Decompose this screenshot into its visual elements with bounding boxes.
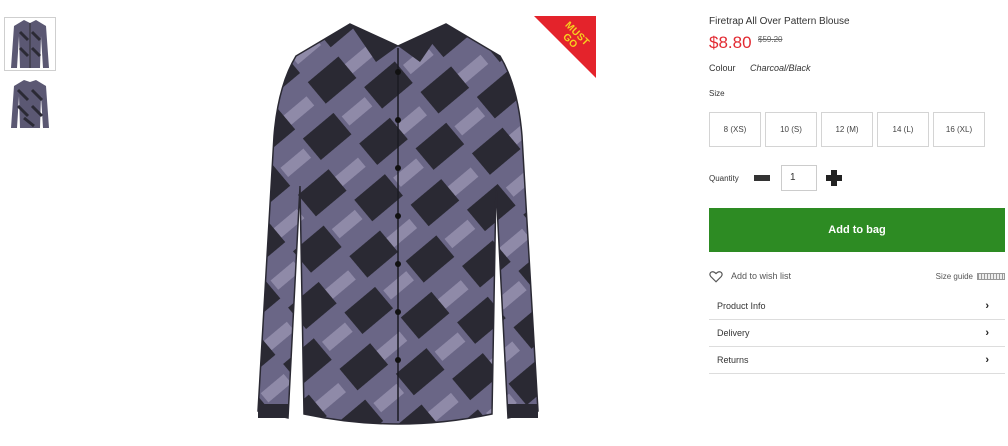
add-to-bag-button[interactable]: Add to bag bbox=[709, 208, 1005, 252]
product-title: Firetrap All Over Pattern Blouse bbox=[709, 16, 850, 27]
accordion-label-delivery: Delivery bbox=[717, 328, 750, 338]
thumbnail-back[interactable] bbox=[4, 77, 56, 131]
main-product-image: MUST GO bbox=[200, 16, 596, 434]
size-label: Size bbox=[709, 89, 725, 98]
shirt-thumbnail-image bbox=[11, 20, 49, 68]
wish-list-label: Add to wish list bbox=[731, 271, 792, 281]
chevron-right-icon: › bbox=[985, 354, 989, 366]
current-price: $8.80 bbox=[709, 33, 752, 52]
size-option-10[interactable]: 10 (S) bbox=[765, 112, 817, 147]
size-option-12[interactable]: 12 (M) bbox=[821, 112, 873, 147]
size-guide-label: Size guide bbox=[935, 271, 973, 281]
size-option-8[interactable]: 8 (XS) bbox=[709, 112, 761, 147]
quantity-label: Quantity bbox=[709, 173, 739, 183]
thumbnail-front[interactable] bbox=[4, 17, 56, 71]
accordion-label-product-info: Product Info bbox=[717, 301, 766, 311]
accordion-returns[interactable]: Returns › bbox=[709, 347, 1005, 374]
accordion-product-info[interactable]: Product Info › bbox=[709, 293, 1005, 320]
colour-value: Charcoal/Black bbox=[750, 63, 811, 73]
plus-icon[interactable] bbox=[826, 170, 842, 186]
size-guide-link[interactable]: Size guide bbox=[936, 272, 1005, 281]
thumbnail-list bbox=[4, 17, 56, 137]
wish-size-row: Add to wish list Size guide bbox=[709, 268, 1005, 284]
accordion-label-returns: Returns bbox=[717, 355, 749, 365]
was-price: $59.20 bbox=[758, 35, 783, 44]
heart-icon bbox=[709, 270, 723, 283]
chevron-right-icon: › bbox=[985, 300, 989, 312]
quantity-row: Quantity 1 bbox=[709, 165, 842, 191]
chevron-right-icon: › bbox=[985, 327, 989, 339]
size-option-14[interactable]: 14 (L) bbox=[877, 112, 929, 147]
size-option-16[interactable]: 16 (XL) bbox=[933, 112, 985, 147]
blouse-image bbox=[257, 23, 539, 425]
must-go-badge: MUST GO bbox=[534, 16, 596, 78]
size-options: 8 (XS) 10 (S) 12 (M) 14 (L) 16 (XL) bbox=[709, 112, 989, 147]
colour-label: Colour bbox=[709, 63, 736, 73]
colour-row: Colour Charcoal/Black bbox=[709, 63, 811, 73]
accordion-delivery[interactable]: Delivery › bbox=[709, 320, 1005, 347]
add-to-wish-list-link[interactable]: Add to wish list bbox=[709, 270, 791, 283]
quantity-input[interactable]: 1 bbox=[781, 165, 817, 191]
minus-icon[interactable] bbox=[754, 175, 770, 181]
tape-measure-icon bbox=[977, 272, 1005, 280]
shirt-back-thumbnail-image bbox=[11, 80, 49, 128]
